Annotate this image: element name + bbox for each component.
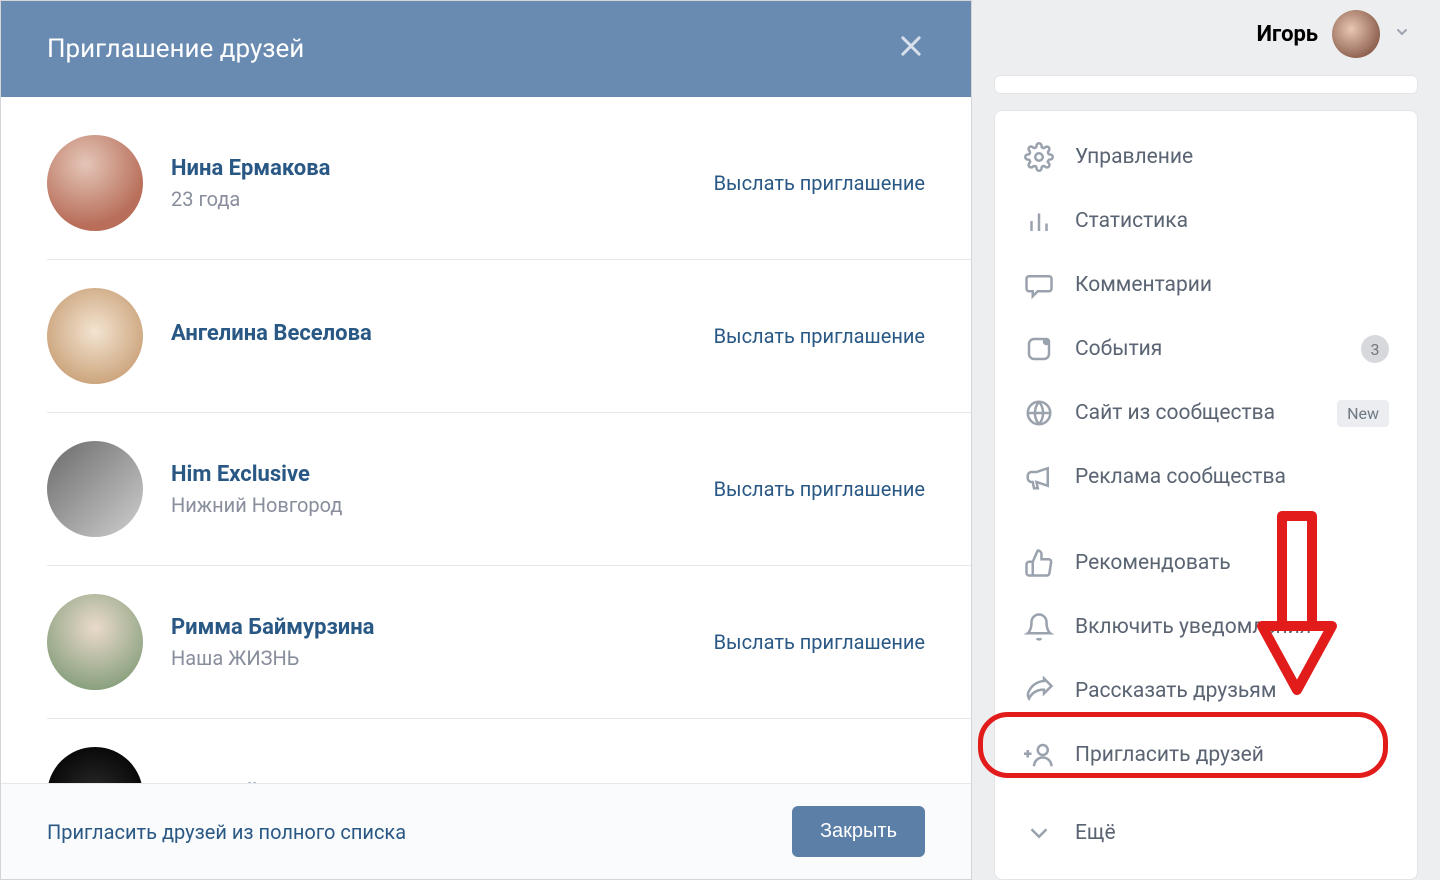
new-badge: New	[1337, 400, 1389, 427]
friend-info: Him Exclusive Нижний Новгород	[171, 462, 714, 517]
friend-name[interactable]: Ангелина Веселова	[171, 321, 714, 346]
friend-row: Алексей Алексеевич Выслать приглашение	[47, 719, 971, 783]
invite-friends-modal: Приглашение друзей Нина Ермакова 23 года…	[0, 0, 972, 880]
menu-item-label: Реклама сообщества	[1075, 465, 1389, 489]
friend-name[interactable]: Him Exclusive	[171, 462, 714, 487]
thumb-icon	[1023, 547, 1055, 579]
count-badge: 3	[1361, 335, 1389, 363]
avatar[interactable]	[47, 288, 143, 384]
menu-item-label: Сайт из сообщества	[1075, 401, 1317, 425]
account-bar[interactable]: Игорь	[994, 10, 1418, 59]
stats-icon	[1023, 205, 1055, 237]
avatar[interactable]	[47, 594, 143, 690]
send-invite-link[interactable]: Выслать приглашение	[714, 171, 925, 195]
close-button[interactable]: Закрыть	[792, 806, 925, 857]
share-icon	[1023, 675, 1055, 707]
menu-item-label: Управление	[1075, 145, 1389, 169]
megaphone-icon	[1023, 461, 1055, 493]
add-user-icon	[1023, 739, 1055, 771]
menu-item-comment[interactable]: Комментарии	[995, 253, 1417, 317]
avatar[interactable]	[47, 747, 143, 783]
card-stub	[994, 75, 1418, 94]
chev-icon	[1023, 817, 1055, 849]
menu-item-label: Рассказать друзьям	[1075, 679, 1389, 703]
right-sidebar: Игорь Управление Статистика Комментарии Соб…	[972, 0, 1440, 880]
menu-item-gear[interactable]: Управление	[995, 125, 1417, 189]
community-menu: УправлениеСтатистикаКомментарииСобытия3С…	[994, 110, 1418, 880]
menu-item-label: События	[1075, 337, 1341, 361]
comment-icon	[1023, 269, 1055, 301]
send-invite-link[interactable]: Выслать приглашение	[714, 630, 925, 654]
friend-row: Him Exclusive Нижний Новгород Выслать пр…	[47, 413, 971, 566]
modal-footer: Пригласить друзей из полного списка Закр…	[1, 783, 971, 879]
chevron-down-icon[interactable]	[1394, 24, 1410, 45]
send-invite-link[interactable]: Выслать приглашение	[714, 477, 925, 501]
menu-item-label: Включить уведомления	[1075, 615, 1389, 639]
avatar[interactable]	[47, 135, 143, 231]
menu-item-share[interactable]: Рассказать друзьям	[995, 659, 1417, 723]
friend-row: Римма Баймурзина Наша ЖИЗНЬ Выслать приг…	[47, 566, 971, 719]
menu-item-megaphone[interactable]: Реклама сообщества	[995, 445, 1417, 509]
friend-name[interactable]: Нина Ермакова	[171, 156, 714, 181]
friend-subtitle: Нижний Новгород	[171, 493, 714, 517]
menu-item-thumb[interactable]: Рекомендовать	[995, 531, 1417, 595]
friend-info: Ангелина Веселова	[171, 321, 714, 352]
menu-item-label: Пригласить друзей	[1075, 743, 1389, 767]
friend-name[interactable]: Римма Баймурзина	[171, 615, 714, 640]
friend-row: Нина Ермакова 23 года Выслать приглашени…	[47, 97, 971, 260]
invite-from-full-list-link[interactable]: Пригласить друзей из полного списка	[47, 820, 406, 844]
menu-item-label: Ещё	[1075, 821, 1389, 845]
modal-title: Приглашение друзей	[47, 34, 304, 64]
close-icon[interactable]	[897, 29, 925, 69]
avatar[interactable]	[47, 441, 143, 537]
bell-icon	[1023, 611, 1055, 643]
bell-sq-icon	[1023, 333, 1055, 365]
account-avatar[interactable]	[1332, 10, 1380, 58]
send-invite-link[interactable]: Выслать приглашение	[714, 324, 925, 348]
friend-row: Ангелина Веселова Выслать приглашение	[47, 260, 971, 413]
menu-item-stats[interactable]: Статистика	[995, 189, 1417, 253]
friends-list[interactable]: Нина Ермакова 23 года Выслать приглашени…	[1, 97, 971, 783]
menu-item-globe[interactable]: Сайт из сообщества New	[995, 381, 1417, 445]
friend-info: Римма Баймурзина Наша ЖИЗНЬ	[171, 615, 714, 670]
friend-subtitle: 23 года	[171, 187, 714, 211]
menu-item-label: Комментарии	[1075, 273, 1389, 297]
account-name: Игорь	[1257, 22, 1318, 47]
modal-header: Приглашение друзей	[1, 1, 971, 97]
friend-subtitle: Наша ЖИЗНЬ	[171, 646, 714, 670]
menu-item-label: Статистика	[1075, 209, 1389, 233]
menu-item-add-user[interactable]: Пригласить друзей	[995, 723, 1417, 787]
menu-item-chev[interactable]: Ещё	[995, 801, 1417, 865]
gear-icon	[1023, 141, 1055, 173]
menu-item-bell-sq[interactable]: События 3	[995, 317, 1417, 381]
friend-info: Нина Ермакова 23 года	[171, 156, 714, 211]
globe-icon	[1023, 397, 1055, 429]
menu-item-label: Рекомендовать	[1075, 551, 1389, 575]
menu-item-bell[interactable]: Включить уведомления	[995, 595, 1417, 659]
